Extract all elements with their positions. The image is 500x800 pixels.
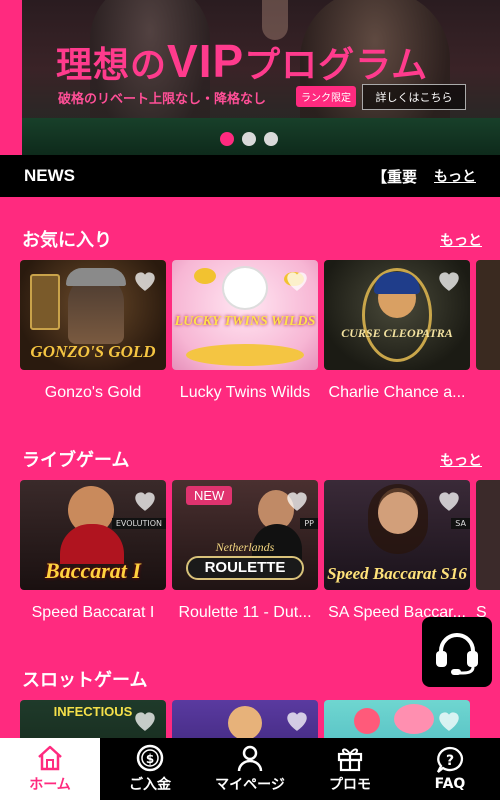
game-card[interactable]: LUCKY TWINS WILDS Lucky Twins Wilds	[172, 260, 318, 402]
dollar-coin-icon: $	[136, 744, 164, 772]
game-art-subtitle: Netherlands	[215, 540, 275, 554]
new-tag: NEW	[186, 486, 233, 505]
live-games-more-link[interactable]: もっと	[440, 450, 482, 470]
game-thumbnail[interactable]	[324, 700, 470, 738]
game-art-title: Baccarat I	[45, 558, 141, 583]
favorite-heart-icon[interactable]	[284, 268, 310, 292]
provider-badge: EVOLUTION	[111, 518, 166, 529]
hero-details-button[interactable]: 詳しくはこちら	[362, 84, 466, 110]
hero-title-suffix: プログラム	[244, 44, 429, 85]
slots-title: スロットゲーム	[22, 670, 148, 691]
game-thumbnail[interactable]: SA Speed Baccarat S16	[324, 480, 470, 590]
game-name: Charlie Chance a...	[328, 384, 466, 401]
game-art-title: LUCKY TWINS WILDS	[174, 314, 316, 329]
favorite-heart-icon[interactable]	[132, 268, 158, 292]
favorite-heart-icon[interactable]	[284, 488, 310, 512]
nav-promo[interactable]: プロモ	[300, 738, 400, 800]
game-thumbnail[interactable]	[172, 700, 318, 738]
home-icon	[38, 745, 62, 771]
game-name: Speed Baccarat I	[31, 604, 155, 621]
game-art-title: ROULETTE	[204, 559, 286, 576]
headset-icon	[436, 633, 478, 675]
live-games-row: EVOLUTION Baccarat I Speed Baccarat I NE…	[20, 480, 500, 630]
question-icon: ?	[436, 746, 464, 773]
favorite-heart-icon[interactable]	[132, 488, 158, 512]
game-card[interactable]: GONZO'S GOLD Gonzo's Gold	[20, 260, 166, 402]
game-thumbnail[interactable]: LUCKY TWINS WILDS	[172, 260, 318, 370]
game-art-title: GONZO'S GOLD	[30, 342, 156, 361]
carousel-dots	[220, 132, 278, 146]
game-card[interactable]	[324, 700, 470, 738]
hero-subtitle: 破格のリベート上限なし・降格なし	[58, 92, 267, 107]
nav-mypage[interactable]: マイページ	[200, 738, 300, 800]
nav-deposit[interactable]: $ ご入金	[100, 738, 200, 800]
svg-text:?: ?	[446, 753, 454, 769]
slots-row: INFECTIOUS	[20, 700, 500, 738]
game-name: Gonzo's Gold	[44, 384, 142, 401]
favorites-row: GONZO'S GOLD Gonzo's Gold LUCKY TWINS WI…	[20, 260, 500, 410]
favorites-title: お気に入り	[22, 230, 112, 251]
favorite-heart-icon[interactable]	[436, 488, 462, 512]
user-icon	[237, 745, 263, 772]
game-card[interactable]: EVOLUTION Baccarat I Speed Baccarat I	[20, 480, 166, 622]
game-art-title: CURSE CLEOPATRA	[341, 326, 453, 340]
nav-faq-label: FAQ	[434, 776, 466, 792]
hero-title: 理想のVIPプログラム	[56, 34, 428, 88]
game-card[interactable]: SA Speed Baccarat S16 SA Speed Baccar...	[324, 480, 470, 622]
news-more-link[interactable]: もっと	[434, 166, 476, 186]
game-card[interactable]	[172, 700, 318, 738]
carousel-dot-2[interactable]	[242, 132, 256, 146]
game-thumbnail[interactable]: INFECTIOUS	[20, 700, 166, 738]
game-card-partial[interactable]	[476, 260, 500, 370]
news-bar: NEWS 【重要 もっと	[0, 155, 500, 197]
nav-deposit-label: ご入金	[129, 777, 171, 793]
support-chat-button[interactable]	[422, 617, 492, 687]
hero-rank-badge: ランク限定	[296, 86, 356, 107]
favorite-heart-icon[interactable]	[284, 708, 310, 732]
game-name: Roulette 11 - Dut...	[178, 604, 312, 621]
game-card[interactable]: CURSE CLEOPATRA Charlie Chance a...	[324, 260, 470, 402]
hero-banner[interactable]: 理想のVIPプログラム 破格のリベート上限なし・降格なし ランク限定 詳しくはこ…	[0, 0, 500, 155]
provider-badge: PP	[300, 518, 318, 529]
hero-edge-accent	[0, 0, 22, 155]
news-ticker[interactable]: 【重要	[372, 166, 417, 187]
bottom-nav: ホーム $ ご入金 マイページ プロモ ? FAQ	[0, 738, 500, 800]
game-card[interactable]: NEW PP Netherlands ROULETTE Roulette 11 …	[172, 480, 318, 622]
carousel-dot-1[interactable]	[220, 132, 234, 146]
favorite-heart-icon[interactable]	[132, 708, 158, 732]
nav-home-label: ホーム	[29, 777, 71, 793]
gift-icon	[337, 748, 363, 772]
favorite-heart-icon[interactable]	[436, 268, 462, 292]
hero-title-vip: VIP	[167, 35, 245, 87]
live-games-title: ライブゲーム	[22, 450, 130, 471]
game-thumbnail[interactable]: EVOLUTION Baccarat I	[20, 480, 166, 590]
game-thumbnail[interactable]: GONZO'S GOLD	[20, 260, 166, 370]
game-thumbnail[interactable]: NEW PP Netherlands ROULETTE	[172, 480, 318, 590]
carousel-dot-3[interactable]	[264, 132, 278, 146]
hero-title-prefix: 理想の	[56, 44, 168, 85]
nav-promo-label: プロモ	[329, 777, 371, 793]
game-card[interactable]: INFECTIOUS	[20, 700, 166, 738]
favorite-heart-icon[interactable]	[436, 708, 462, 732]
nav-mypage-label: マイページ	[215, 777, 285, 793]
favorites-more-link[interactable]: もっと	[440, 230, 482, 250]
game-art-title: Speed Baccarat S16	[327, 564, 467, 583]
nav-home[interactable]: ホーム	[0, 738, 100, 800]
nav-faq[interactable]: ? FAQ	[400, 738, 500, 800]
news-label: NEWS	[24, 166, 75, 185]
game-name: Lucky Twins Wilds	[179, 384, 311, 401]
game-card-partial[interactable]	[476, 480, 500, 590]
game-thumbnail[interactable]: CURSE CLEOPATRA	[324, 260, 470, 370]
provider-badge: SA	[451, 518, 470, 529]
svg-text:$: $	[146, 752, 154, 766]
